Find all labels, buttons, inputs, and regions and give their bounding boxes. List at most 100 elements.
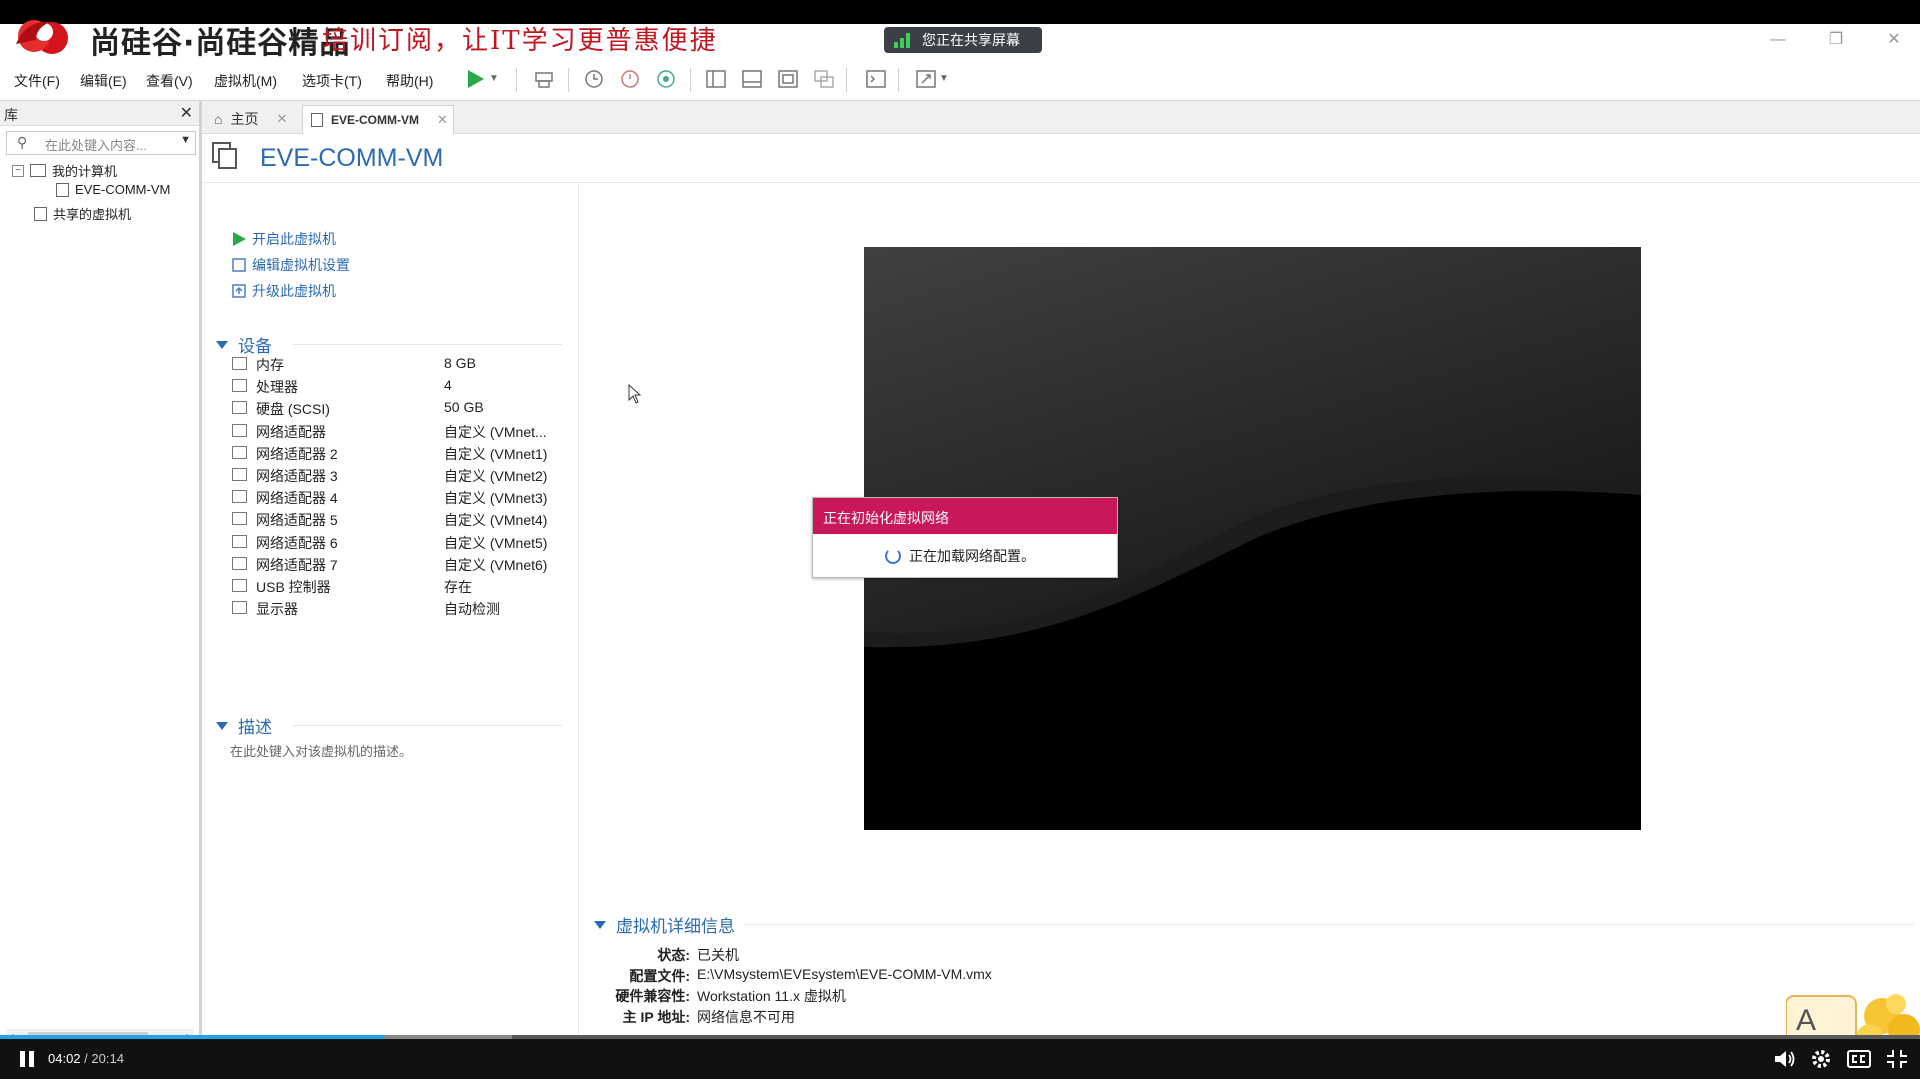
tree-item-shared-vms[interactable]: 共享的虚拟机 xyxy=(34,204,131,223)
library-header: 库 ✕ xyxy=(0,101,199,126)
power-dropdown-icon[interactable]: ▼ xyxy=(486,65,502,93)
video-time: 04:02 / 20:14 xyxy=(48,1051,124,1066)
revert-snapshot-icon[interactable] xyxy=(616,65,644,93)
initializing-network-dialog: 正在初始化虚拟网络 正在加载网络配置。 xyxy=(812,497,1118,578)
menu-view[interactable]: 查看(V) xyxy=(146,71,193,91)
screen-share-indicator[interactable]: 您正在共享屏幕 xyxy=(884,27,1042,53)
snapshot-manager-icon[interactable] xyxy=(652,65,680,93)
summary-key: 配置文件: xyxy=(629,967,690,984)
summary-value: 网络信息不可用 xyxy=(697,1008,795,1025)
chevron-down-icon xyxy=(594,920,606,929)
brand-name: 尚硅谷·尚硅谷精品 xyxy=(90,26,351,61)
close-window-button[interactable]: ✕ xyxy=(1874,28,1914,52)
device-name: 显示器 xyxy=(256,601,298,618)
device-icon xyxy=(232,379,247,393)
device-icon xyxy=(232,534,247,548)
shared-vm-icon xyxy=(34,206,47,221)
device-value: 自定义 (VMnet1) xyxy=(444,445,548,462)
device-name: 网络适配器 4 xyxy=(256,490,338,507)
close-icon[interactable]: ✕ xyxy=(180,103,193,123)
device-value: 自定义 (VMnet4) xyxy=(444,512,548,529)
device-row[interactable]: 网络适配器 6 自定义 (VMnet5) xyxy=(232,532,572,552)
close-tab-icon[interactable]: ✕ xyxy=(437,112,448,128)
play-icon xyxy=(233,232,246,246)
summary-value: 已关机 xyxy=(697,947,739,963)
unity-icon[interactable] xyxy=(810,65,838,93)
dialog-message: 正在加载网络配置。 xyxy=(909,548,1035,564)
device-icon xyxy=(232,579,247,592)
summary-key: 主 IP 地址: xyxy=(622,1008,690,1025)
loading-spinner-icon xyxy=(885,548,901,564)
summary-key: 状态: xyxy=(657,947,690,963)
device-name: 网络适配器 6 xyxy=(256,534,338,551)
edit-vm-settings-link[interactable]: 编辑虚拟机设置 xyxy=(232,255,350,275)
device-icon xyxy=(232,401,247,415)
device-row[interactable]: 网络适配器 4 自定义 (VMnet3) xyxy=(232,487,572,507)
svg-text:A: A xyxy=(1796,1004,1816,1037)
device-name: 网络适配器 2 xyxy=(256,445,338,462)
device-row[interactable]: 网络适配器 2 自定义 (VMnet1) xyxy=(232,443,572,463)
snapshot-icon[interactable] xyxy=(580,65,608,93)
tab-home[interactable]: ⌂ 主页 ✕ xyxy=(210,105,294,133)
console-icon[interactable] xyxy=(862,65,890,93)
close-tab-icon[interactable]: ✕ xyxy=(276,111,287,127)
device-icon xyxy=(232,490,247,504)
search-placeholder: 在此处键入内容... xyxy=(45,138,147,153)
collapse-icon[interactable]: − xyxy=(12,164,24,177)
summary-value: E:\VMsystem\EVEsystem\EVE-COMM-VM.vmx xyxy=(697,965,992,982)
tree-item-vm[interactable]: EVE-COMM-VM xyxy=(56,182,170,197)
menu-help[interactable]: 帮助(H) xyxy=(386,71,433,91)
device-row[interactable]: 硬盘 (SCSI) 50 GB xyxy=(232,398,572,418)
device-value: 自定义 (VMnet3) xyxy=(444,490,548,507)
device-value: 存在 xyxy=(444,579,472,595)
device-icon xyxy=(232,512,247,526)
stretch-dropdown-icon[interactable]: ▼ xyxy=(936,65,952,93)
device-row[interactable]: 网络适配器 3 自定义 (VMnet2) xyxy=(232,465,572,485)
power-on-vm-link[interactable]: 开启此虚拟机 xyxy=(232,229,336,249)
menu-vm[interactable]: 虚拟机(M) xyxy=(214,71,277,91)
tab-eve-comm-vm[interactable]: EVE-COMM-VM ✕ xyxy=(302,105,454,134)
description-input[interactable]: 在此处键入对该虚拟机的描述。 xyxy=(230,741,412,760)
restore-button[interactable]: ❐ xyxy=(1816,28,1856,52)
send-keys-icon[interactable] xyxy=(530,65,558,93)
captions-icon[interactable] xyxy=(1846,1047,1872,1071)
gear-icon[interactable] xyxy=(1808,1047,1834,1071)
menu-toolbar: 文件(F) 编辑(E) 查看(V) 虚拟机(M) 选项卡(T) 帮助(H) ▼ … xyxy=(0,58,1920,101)
device-row[interactable]: 内存 8 GB xyxy=(232,354,572,374)
current-time: 04:02 xyxy=(48,1051,81,1066)
device-row[interactable]: 网络适配器 7 自定义 (VMnet6) xyxy=(232,554,572,574)
vm-icon xyxy=(311,113,323,127)
tree-item-my-computer[interactable]: − 我的计算机 xyxy=(12,161,117,180)
description-section-toggle[interactable]: 描述 xyxy=(216,713,272,738)
minimize-button[interactable]: — xyxy=(1758,28,1798,52)
device-row[interactable]: 显示器 自动检测 xyxy=(232,598,572,618)
device-row[interactable]: 处理器 4 xyxy=(232,376,572,396)
chevron-down-icon[interactable]: ▼ xyxy=(180,134,191,146)
chevron-down-icon xyxy=(216,340,228,349)
device-row[interactable]: USB 控制器 存在 xyxy=(232,576,572,596)
device-name: 网络适配器 xyxy=(256,423,326,440)
device-value: 8 GB xyxy=(444,355,476,371)
settings-icon xyxy=(232,258,246,272)
device-icon xyxy=(232,468,247,481)
show-library-icon[interactable] xyxy=(702,65,730,93)
device-value: 自动检测 xyxy=(444,601,500,618)
full-screen-icon[interactable] xyxy=(774,65,802,93)
menu-tabs[interactable]: 选项卡(T) xyxy=(302,71,362,91)
device-icon xyxy=(232,601,247,615)
device-value: 自定义 (VMnet... xyxy=(444,423,547,440)
device-icon xyxy=(232,556,247,570)
menu-file[interactable]: 文件(F) xyxy=(14,71,60,91)
device-row[interactable]: 网络适配器 5 自定义 (VMnet4) xyxy=(232,509,572,529)
pause-icon[interactable] xyxy=(20,1051,34,1067)
library-search-input[interactable]: ⚲ 在此处键入内容... ▼ xyxy=(6,131,196,155)
thumbnail-bar-icon[interactable] xyxy=(738,65,766,93)
summary-key: 硬件兼容性: xyxy=(615,988,690,1004)
device-row[interactable]: 网络适配器 自定义 (VMnet... xyxy=(232,421,572,441)
menu-edit[interactable]: 编辑(E) xyxy=(80,71,127,91)
upgrade-vm-link[interactable]: 升级此虚拟机 xyxy=(232,281,336,301)
exit-fullscreen-icon[interactable] xyxy=(1884,1047,1910,1071)
summary-value: Workstation 11.x 虚拟机 xyxy=(697,988,846,1004)
volume-icon[interactable] xyxy=(1772,1047,1798,1071)
vm-details-section-toggle[interactable]: 虚拟机详细信息 xyxy=(594,912,735,937)
